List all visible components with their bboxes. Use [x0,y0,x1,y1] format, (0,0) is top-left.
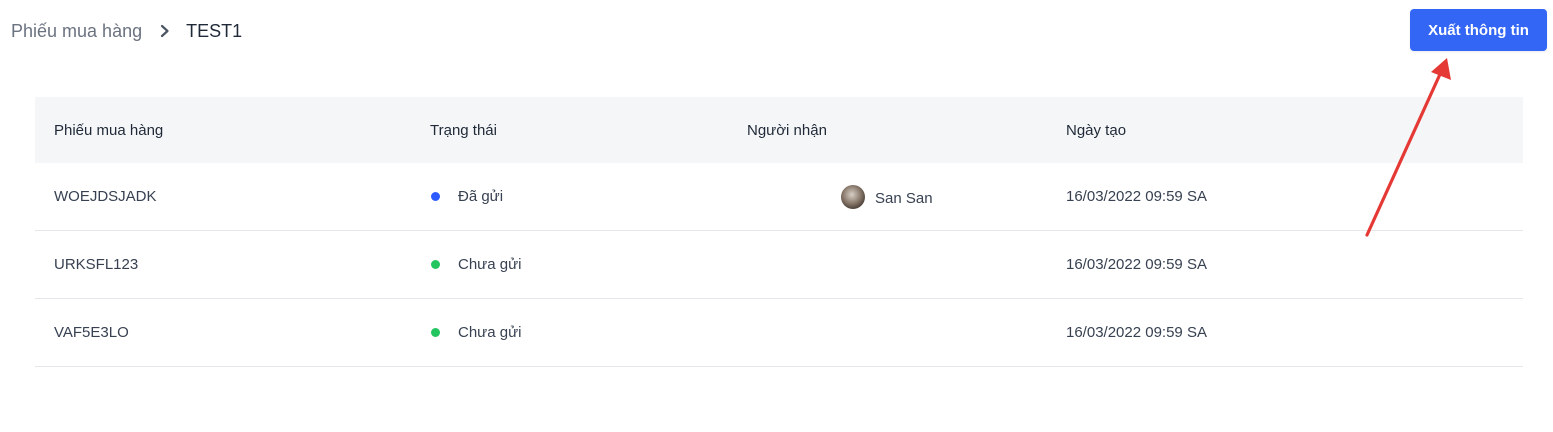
purchase-order-table: Phiếu mua hàng Trạng thái Người nhận Ngà… [35,97,1523,367]
status-cell: Chưa gửi [430,299,521,366]
column-header-status[interactable]: Trạng thái [430,97,497,163]
created-date: 16/03/2022 09:59 SA [1066,188,1207,205]
table-row[interactable]: VAF5E3LO Chưa gửi 16/03/2022 09:59 SA [35,299,1523,367]
order-code[interactable]: URKSFL123 [54,231,138,298]
status-label: Chưa gửi [458,256,522,273]
breadcrumb-current: TEST1 [186,20,243,41]
table-row[interactable]: WOEJDSJADK Đã gửi San San 16/03/2022 09:… [35,163,1523,231]
status-cell: Chưa gửi [430,231,521,298]
breadcrumb-parent-link[interactable]: Phiếu mua hàng [11,21,142,42]
column-header-created[interactable]: Ngày tạo [1066,97,1126,163]
status-label: Chưa gửi [458,324,522,341]
status-dot-icon [431,328,440,337]
created-date: 16/03/2022 09:59 SA [1066,324,1207,341]
breadcrumb: Phiếu mua hàng TEST1 [11,19,242,43]
chevron-right-icon [158,24,172,38]
status-dot-icon [431,192,440,201]
status-cell: Đã gửi [430,163,503,230]
column-header-code[interactable]: Phiếu mua hàng [54,97,163,163]
order-code[interactable]: WOEJDSJADK [54,163,157,230]
column-header-recipient[interactable]: Người nhận [747,97,827,163]
export-info-button[interactable]: Xuất thông tin [1410,9,1547,51]
order-code[interactable]: VAF5E3LO [54,299,129,366]
table-row[interactable]: URKSFL123 Chưa gửi 16/03/2022 09:59 SA [35,231,1523,299]
status-label: Đã gửi [458,188,504,205]
recipient-name: San San [875,190,933,207]
avatar [841,184,865,209]
table-header: Phiếu mua hàng Trạng thái Người nhận Ngà… [35,97,1523,163]
status-dot-icon [431,260,440,269]
created-date: 16/03/2022 09:59 SA [1066,256,1207,273]
recipient-cell: San San [841,163,933,230]
